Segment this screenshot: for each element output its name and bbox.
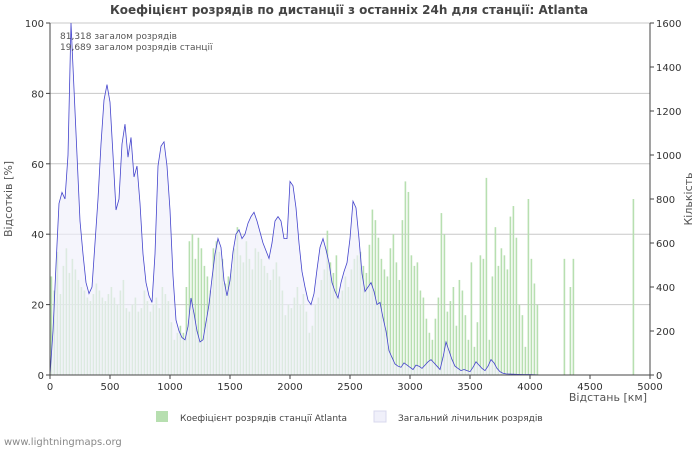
chart-title: Коефіцієнт розрядів по дистанції з остан… [110,3,588,17]
bar-140 [470,262,473,375]
bar-151 [503,255,506,375]
bar-116 [398,279,401,375]
y-right-tick-label-4: 800 [656,195,675,206]
bar-166 [632,199,635,375]
bar-114 [392,234,395,375]
bar-159 [527,199,530,375]
y-left-tick-label-3: 60 [31,160,44,171]
bar-155 [515,237,518,375]
y-axis-right-label: Кількість [682,172,695,225]
bar-152 [506,269,509,375]
bar-163 [563,258,566,375]
y-left-tick-label-1: 20 [31,301,44,312]
y-left-tick-label-2: 40 [31,230,44,241]
legend-label-total-count: Загальний лічильник розрядів [398,414,543,424]
x-tick-label-0: 0 [47,382,53,393]
bar-144 [482,258,485,375]
bar-119 [407,191,410,375]
bar-143 [479,255,482,375]
bar-124 [422,297,425,375]
y-left-tick-label-4: 80 [31,89,44,100]
annotation-station-strikes: 19,689 загалом розрядів станції [60,43,213,53]
y-left-tick-label-0: 0 [38,371,44,382]
bar-165 [572,258,575,375]
bar-157 [521,315,524,375]
x-tick-label-4: 2000 [277,382,302,393]
y-right-tick-label-0: 0 [656,371,662,382]
bar-150 [500,248,503,375]
bar-162 [536,304,539,375]
x-tick-label-6: 3000 [397,382,422,393]
bar-161 [533,283,536,375]
bar-164 [569,287,572,375]
bar-139 [467,339,470,375]
x-tick-label-8: 4000 [517,382,542,393]
bar-120 [410,255,413,375]
y-left-tick-label-5: 100 [25,19,44,30]
y-right-tick-label-6: 1200 [656,107,681,118]
bar-138 [464,315,467,375]
chart-svg: Коефіцієнт розрядів по дистанції з остан… [2,3,695,424]
bar-156 [518,304,521,375]
y-right-tick-label-1: 200 [656,327,675,338]
bar-153 [509,216,512,375]
bar-148 [494,227,497,375]
y-axis-left-label: Відсотків [%] [2,161,15,237]
bar-149 [497,265,500,375]
legend-swatch-total-count [373,410,387,423]
x-tick-label-1: 500 [100,382,119,393]
bar-122 [416,262,419,375]
bar-136 [458,279,461,375]
legend-swatch-station-ratio [156,411,168,422]
bar-121 [413,265,416,375]
bar-115 [395,262,398,375]
y-right-tick-label-7: 1400 [656,63,681,74]
bar-130 [440,213,443,375]
bar-145 [485,177,488,375]
bar-158 [524,346,527,375]
y-right-tick-label-8: 1600 [656,19,681,30]
y-right-tick-label-5: 1000 [656,151,681,162]
bar-117 [401,220,404,375]
footer-watermark[interactable]: www.lightningmaps.org [4,437,122,448]
y-right-tick-label-2: 400 [656,283,675,294]
bar-129 [437,297,440,375]
x-axis-label: Відстань [км] [569,391,647,404]
x-tick-label-3: 1500 [217,382,242,393]
y-right-tick-label-3: 600 [656,239,675,250]
bar-123 [419,290,422,375]
legend-label-station-ratio: Коефіцієнт розрядів станції Atlanta [180,414,347,424]
chart: Коефіцієнт розрядів по дистанції з остан… [0,0,700,450]
annotation-total-strikes: 81,318 загалом розрядів [60,32,177,42]
bar-160 [530,258,533,375]
x-tick-label-5: 2500 [337,382,362,393]
legend: Коефіцієнт розрядів станції Atlanta Зага… [156,410,543,424]
x-tick-label-7: 3500 [457,382,482,393]
bar-118 [404,181,407,375]
bar-137 [461,290,464,375]
bar-154 [512,206,515,375]
x-tick-label-2: 1000 [157,382,182,393]
